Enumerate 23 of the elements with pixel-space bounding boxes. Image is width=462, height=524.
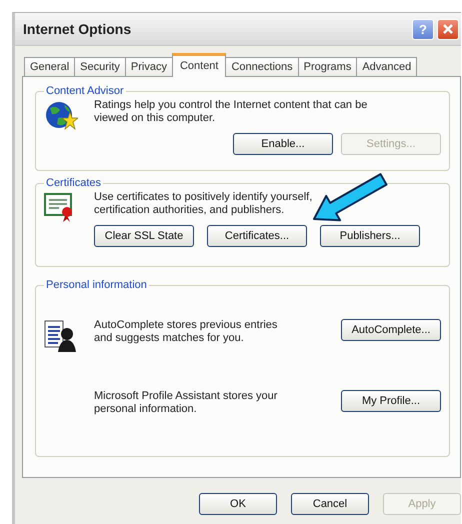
button[interactable]: OK <box>199 493 277 515</box>
description-text: AutoComplete stores previous entries and suggests matches for you. <box>94 319 278 345</box>
group-title: Personal information <box>45 279 148 291</box>
tab[interactable]: General <box>24 57 76 76</box>
close-button[interactable] <box>437 18 459 40</box>
description-text: Microsoft Profile Assistant stores your personal information. <box>94 390 278 416</box>
tab[interactable]: Advanced <box>356 57 418 76</box>
button[interactable]: Cancel <box>291 493 369 515</box>
description-text: Ratings help you control the Internet content that can be viewed on this computer. <box>94 99 368 125</box>
button[interactable]: AutoComplete... <box>341 319 441 341</box>
button[interactable]: Enable... <box>233 133 333 155</box>
button[interactable]: My Profile... <box>341 390 441 412</box>
button[interactable]: Clear SSL State <box>94 225 194 247</box>
close-icon <box>442 23 454 35</box>
group-title: Certificates <box>45 177 102 189</box>
button[interactable]: Certificates... <box>207 225 307 247</box>
window-title: Internet Options <box>23 21 132 37</box>
description-text: Use certificates to positively identify yourself, certification authorities, and publishers. <box>94 191 314 217</box>
group-title: Content Advisor <box>45 85 125 97</box>
globe-star-icon <box>44 99 78 131</box>
document-person-icon <box>44 319 76 353</box>
tab[interactable]: Content <box>172 53 226 77</box>
button[interactable]: Publishers... <box>320 225 420 247</box>
